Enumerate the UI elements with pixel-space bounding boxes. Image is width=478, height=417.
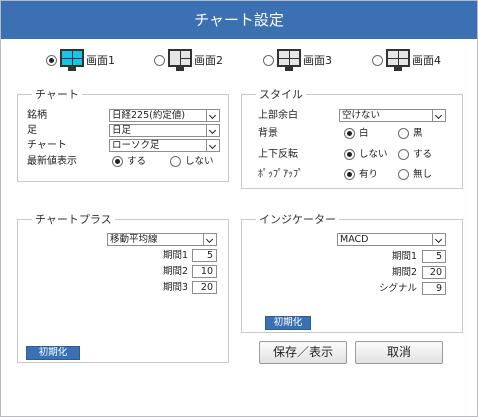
screen-option-1[interactable]: 画面1 (46, 45, 115, 75)
indicator-init-button[interactable]: 初期化 (265, 316, 311, 330)
chartplus-group: チャートプラス 移動平均線 期間1 5 期間2 10 期間3 20 初期化 (17, 211, 229, 363)
monitor-icon (277, 49, 301, 71)
chartplus-p2-input[interactable]: 10 (192, 265, 217, 278)
chart-group: チャート 銘柄 日経225(約定値) 足 日足 チャート ローソク足 最新値表示… (17, 86, 229, 182)
monitor-icon (386, 49, 410, 71)
meigara-label: 銘柄 (27, 110, 47, 121)
latest-label: 最新値表示 (27, 156, 77, 167)
meigara-value: 日経225(約定値) (112, 110, 186, 121)
radio-icon[interactable] (170, 156, 181, 167)
chartplus-init-button[interactable]: 初期化 (26, 346, 80, 360)
monitor-icon (60, 49, 84, 71)
bg-black-option[interactable]: 黒 (398, 127, 423, 140)
radio-icon[interactable] (344, 149, 355, 160)
indicator-p1-input[interactable]: 5 (422, 250, 446, 263)
chart-type-label: チャート (27, 140, 67, 151)
chartplus-p2-label: 期間2 (162, 266, 188, 277)
chevron-down-icon[interactable] (206, 125, 219, 136)
indicator-p2-input[interactable]: 20 (422, 266, 446, 279)
radio-icon[interactable] (263, 54, 274, 66)
bg-label: 背景 (258, 128, 278, 139)
bg-black-label: 黒 (413, 128, 423, 139)
radio-icon[interactable] (344, 128, 355, 139)
radio-icon[interactable] (344, 169, 355, 180)
flip-off-option[interactable]: しない (344, 148, 388, 161)
ashi-select[interactable]: 日足 (109, 124, 220, 137)
radio-icon[interactable] (398, 128, 409, 139)
margin-value: 空けない (342, 110, 381, 121)
popup-on-option[interactable]: 有り (344, 168, 378, 181)
chartplus-p3-input[interactable]: 20 (192, 281, 217, 294)
chartplus-p1-input[interactable]: 5 (192, 249, 217, 262)
radio-icon[interactable] (398, 149, 409, 160)
chevron-down-icon[interactable] (203, 234, 216, 245)
chart-type-select[interactable]: ローソク足 (109, 139, 220, 152)
chartplus-group-title: チャートプラス (32, 211, 115, 227)
indicator-p2-label: 期間2 (391, 267, 417, 278)
ashi-value: 日足 (112, 125, 132, 136)
radio-icon[interactable] (112, 156, 123, 167)
latest-on-option[interactable]: する (112, 155, 146, 168)
margin-label: 上部余白 (258, 110, 298, 121)
bg-white-option[interactable]: 白 (344, 127, 369, 140)
chart-settings-dialog: チャート設定 画面1 画面2 画面3 画面4 チャート 銘柄 日経225(約定値… (0, 0, 478, 417)
indicator-group: インジケーター MACD 期間1 5 期間2 20 シグナル 9 初期化 (241, 211, 463, 333)
popup-off-option[interactable]: 無し (398, 168, 432, 181)
meigara-select[interactable]: 日経225(約定値) (109, 109, 220, 122)
monitor-icon (168, 49, 192, 71)
dialog-title: チャート設定 (1, 1, 477, 39)
latest-on-label: する (127, 156, 147, 167)
screen-option-2[interactable]: 画面2 (154, 45, 223, 75)
screen-option-3[interactable]: 画面3 (263, 45, 332, 75)
latest-off-label: しない (185, 156, 214, 167)
popup-off-label: 無し (413, 169, 433, 180)
chartplus-type-value: 移動平均線 (110, 234, 158, 245)
chevron-down-icon[interactable] (432, 110, 445, 121)
popup-label: ﾎﾟｯﾌﾟｱｯﾌﾟ (258, 169, 303, 180)
style-group: スタイル 上部余白 空けない 背景 白 黒 上下反転 しない する ﾎﾟｯﾌﾟｱ… (241, 86, 463, 189)
chevron-down-icon[interactable] (206, 140, 219, 151)
save-display-button[interactable]: 保存／表示 (259, 341, 347, 364)
margin-select[interactable]: 空けない (339, 109, 446, 122)
flip-label: 上下反転 (258, 149, 298, 160)
chevron-down-icon[interactable] (206, 110, 219, 121)
bg-white-label: 白 (359, 128, 369, 139)
indicator-type-value: MACD (340, 234, 369, 245)
chevron-down-icon[interactable] (432, 234, 445, 245)
chartplus-type-select[interactable]: 移動平均線 (107, 233, 217, 246)
chart-type-value: ローソク足 (112, 140, 160, 151)
flip-on-option[interactable]: する (398, 148, 432, 161)
screen-option-4[interactable]: 画面4 (372, 45, 441, 75)
indicator-group-title: インジケーター (256, 211, 339, 227)
screen-selector: 画面1 画面2 画面3 画面4 (1, 45, 477, 75)
popup-on-label: 有り (359, 169, 379, 180)
radio-icon[interactable] (372, 54, 383, 66)
chart-group-title: チャート (32, 86, 82, 102)
indicator-type-select[interactable]: MACD (337, 233, 446, 246)
latest-off-option[interactable]: しない (170, 155, 214, 168)
cancel-button[interactable]: 取消 (355, 341, 443, 364)
screen-label: 画面1 (86, 54, 115, 67)
screen-label: 画面4 (412, 54, 441, 67)
style-group-title: スタイル (256, 86, 306, 102)
flip-on-label: する (413, 149, 433, 160)
screen-label: 画面2 (194, 54, 223, 67)
ashi-label: 足 (27, 125, 37, 136)
radio-icon[interactable] (154, 54, 165, 66)
radio-icon[interactable] (398, 169, 409, 180)
indicator-p1-label: 期間1 (391, 251, 417, 262)
radio-icon[interactable] (46, 54, 57, 66)
chartplus-p1-label: 期間1 (162, 250, 188, 261)
indicator-signal-input[interactable]: 9 (422, 282, 446, 295)
flip-off-label: しない (359, 149, 388, 160)
chartplus-p3-label: 期間3 (162, 282, 188, 293)
screen-label: 画面3 (303, 54, 332, 67)
indicator-signal-label: シグナル (378, 283, 417, 294)
